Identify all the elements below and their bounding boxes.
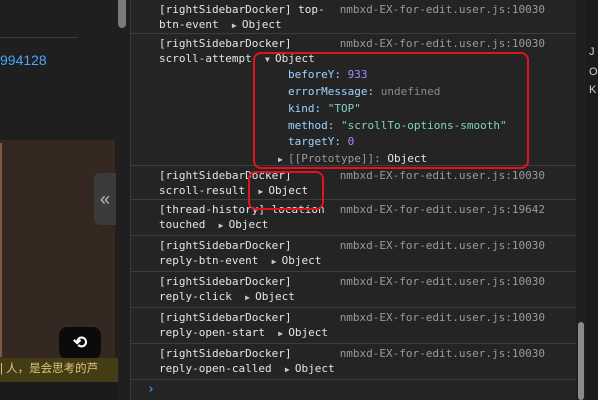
annotation-box-expanded-object: [253, 52, 529, 169]
object-preview[interactable]: Object: [242, 18, 282, 31]
right-edge-panel: J O K: [586, 0, 598, 400]
console-log-entry: [rightSidebarDocker] reply-open-start ▶ O…: [131, 308, 577, 344]
source-link[interactable]: nmbxd-EX-for-edit.user.js:10030: [340, 346, 545, 361]
expand-triangle-icon[interactable]: ▶: [278, 326, 288, 341]
log-message: [rightSidebarDocker] reply-btn-event ▶ Ob…: [159, 239, 322, 269]
reload-button[interactable]: ⟲: [59, 327, 101, 359]
log-message: [rightSidebarDocker] top- btn-event ▶ Obj…: [159, 3, 325, 33]
object-preview[interactable]: Object: [229, 218, 269, 231]
number-fragment: 994128: [0, 52, 47, 68]
source-link[interactable]: nmbxd-EX-for-edit.user.js:10030: [340, 238, 545, 253]
expand-triangle-icon[interactable]: ▶: [245, 290, 255, 305]
reload-icon: ⟲: [72, 333, 88, 352]
expand-triangle-icon[interactable]: ▶: [232, 18, 242, 33]
expand-triangle-icon[interactable]: ▶: [285, 362, 295, 377]
expand-triangle-icon[interactable]: ▶: [219, 218, 229, 233]
source-link[interactable]: nmbxd-EX-for-edit.user.js:19642: [340, 202, 545, 217]
source-link[interactable]: nmbxd-EX-for-edit.user.js:10030: [340, 36, 545, 51]
divider: [0, 37, 78, 38]
edge-letter: O: [589, 66, 598, 78]
collapse-sidebar-button[interactable]: «: [94, 173, 116, 225]
console-log-entry: [thread-history] location touched ▶ Objec…: [131, 200, 577, 236]
source-link[interactable]: nmbxd-EX-for-edit.user.js:10030: [340, 168, 545, 183]
console-log-entry: [rightSidebarDocker] reply-btn-event ▶ Ob…: [131, 236, 577, 272]
console-log-entry: [rightSidebarDocker] scroll-result ▶ Obje…: [131, 166, 577, 200]
object-preview[interactable]: Object: [295, 362, 335, 375]
object-preview[interactable]: Object: [282, 254, 322, 267]
annotation-box-scroll-result: [248, 171, 324, 210]
object-preview[interactable]: Object: [255, 290, 295, 303]
source-link[interactable]: nmbxd-EX-for-edit.user.js:10030: [340, 2, 545, 17]
panel-footer: [0, 382, 118, 400]
source-link[interactable]: nmbxd-EX-for-edit.user.js:10030: [340, 310, 545, 325]
console-prompt[interactable]: ›: [147, 382, 155, 397]
console-log-entry: [rightSidebarDocker] reply-open-called ▶…: [131, 344, 577, 380]
console-scrollbar-thumb[interactable]: [578, 322, 584, 400]
console-log-entry: [rightSidebarDocker] reply-click ▶ Object…: [131, 272, 577, 308]
content-block-edge: [0, 143, 2, 357]
page-scrollbar-thumb[interactable]: [118, 0, 126, 28]
edge-letter: J: [589, 46, 595, 58]
source-link[interactable]: nmbxd-EX-for-edit.user.js:10030: [340, 274, 545, 289]
object-preview[interactable]: Object: [288, 326, 328, 339]
expand-triangle-icon[interactable]: ▶: [272, 254, 282, 269]
log-message: [rightSidebarDocker] reply-click ▶ Object: [159, 275, 295, 305]
console-log-entry: [rightSidebarDocker] top- btn-event ▶ Obj…: [131, 0, 577, 34]
edge-letter: K: [589, 84, 597, 96]
log-message: [rightSidebarDocker] reply-open-start ▶ O…: [159, 311, 328, 341]
post-text-snippet: | 人，是会思考的芦: [0, 358, 118, 382]
double-chevron-left-icon: «: [99, 188, 110, 209]
log-message: [rightSidebarDocker] reply-open-called ▶…: [159, 347, 335, 377]
